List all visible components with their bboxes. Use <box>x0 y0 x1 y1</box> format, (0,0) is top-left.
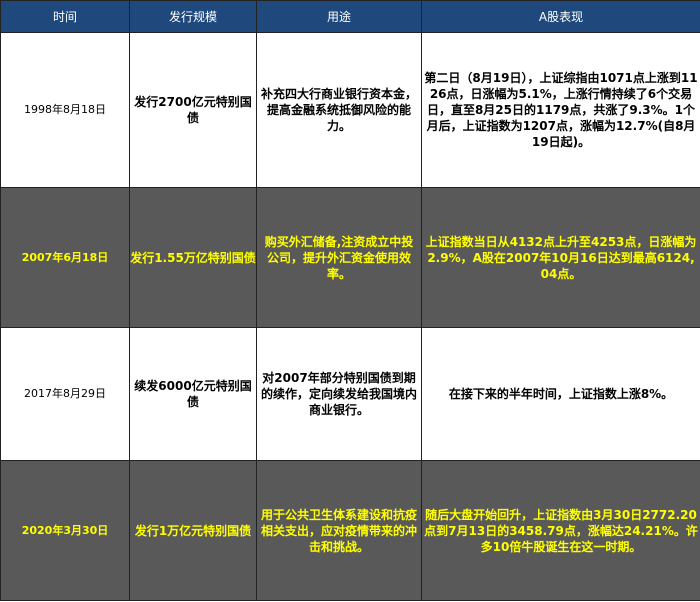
cell-scale: 发行1万亿元特别国债 <box>129 460 257 601</box>
cell-performance: 上证指数当日从4132点上升至4253点，日涨幅为2.9%，A股在2007年10… <box>421 187 700 328</box>
cell-date: 2020年3月30日 <box>0 460 130 601</box>
table-row: 2017年8月29日 续发6000亿元特别国债 对2007年部分特别国债到期的续… <box>0 327 700 461</box>
cell-performance: 第二日（8月19日），上证综指由1071点上涨到1126点，日涨幅为5.1%，上… <box>421 32 700 188</box>
cell-date: 1998年8月18日 <box>0 32 130 188</box>
header-time: 时间 <box>0 0 130 33</box>
cell-scale: 续发6000亿元特别国债 <box>129 327 257 461</box>
cell-performance: 随后大盘开始回升，上证指数由3月30日2772.20点到7月13日的3458.7… <box>421 460 700 601</box>
cell-purpose: 对2007年部分特别国债到期的续作，定向续发给我国境内商业银行。 <box>256 327 422 461</box>
cell-performance: 在接下来的半年时间，上证指数上涨8%。 <box>421 327 700 461</box>
cell-purpose: 补充四大行商业银行资本金，提高金融系统抵御风险的能力。 <box>256 32 422 188</box>
table-row: 2007年6月18日 发行1.55万亿特别国债 购买外汇储备,注资成立中投公司，… <box>0 187 700 328</box>
cell-scale: 发行2700亿元特别国债 <box>129 32 257 188</box>
table-row: 2020年3月30日 发行1万亿元特别国债 用于公共卫生体系建设和抗疫相关支出，… <box>0 460 700 601</box>
header-performance: A股表现 <box>421 0 700 33</box>
cell-date: 2017年8月29日 <box>0 327 130 461</box>
cell-purpose: 用于公共卫生体系建设和抗疫相关支出，应对疫情带来的冲击和挑战。 <box>256 460 422 601</box>
cell-date: 2007年6月18日 <box>0 187 130 328</box>
table-row: 1998年8月18日 发行2700亿元特别国债 补充四大行商业银行资本金，提高金… <box>0 32 700 188</box>
cell-purpose: 购买外汇储备,注资成立中投公司，提升外汇资金使用效率。 <box>256 187 422 328</box>
header-scale: 发行规模 <box>129 0 257 33</box>
special-bond-table: 时间 发行规模 用途 A股表现 1998年8月18日 发行2700亿元特别国债 … <box>0 0 700 601</box>
header-row: 时间 发行规模 用途 A股表现 <box>0 0 700 33</box>
cell-scale: 发行1.55万亿特别国债 <box>129 187 257 328</box>
header-purpose: 用途 <box>256 0 422 33</box>
